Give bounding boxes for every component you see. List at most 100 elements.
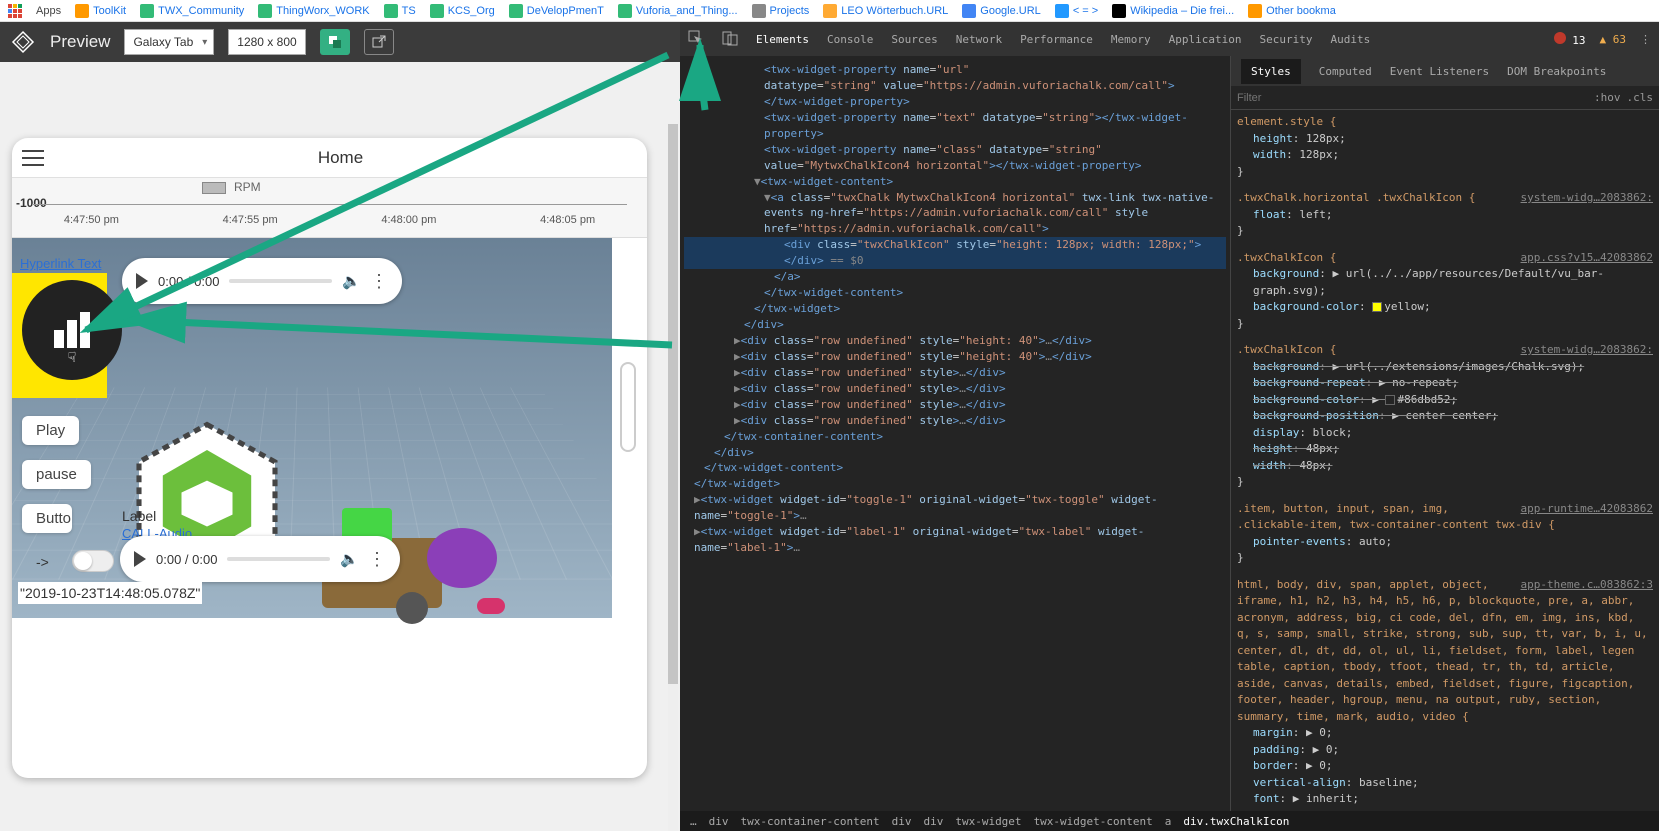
volume-icon[interactable]: 🔈 [340,550,358,568]
styles-tab[interactable]: DOM Breakpoints [1507,65,1606,78]
popout-button[interactable] [364,29,394,55]
dom-line[interactable]: </twx-widget> [684,476,1226,492]
refresh-button[interactable] [320,29,350,55]
dom-line[interactable]: </div> [684,445,1226,461]
css-rule[interactable]: system-widg…2083862:.twxChalk.horizontal… [1237,190,1653,240]
bookmark-item[interactable]: DeVelopPmenT [509,4,604,18]
dom-line[interactable]: ▶<div class="row undefined" style>…</div… [684,413,1226,429]
bookmark-item[interactable]: Wikipedia – Die frei... [1112,4,1234,18]
breadcrumb-item[interactable]: a [1165,815,1172,828]
styles-tab[interactable]: Styles [1241,59,1301,84]
bookmark-item[interactable]: ThingWorx_WORK [258,4,369,18]
dom-line[interactable]: ▶<twx-widget widget-id="toggle-1" origin… [684,492,1226,524]
devtools-tab[interactable]: Audits [1331,33,1371,46]
play-icon[interactable] [134,551,146,567]
devtools-tab[interactable]: Network [956,33,1002,46]
toggle-switch[interactable] [72,550,114,572]
error-badge-icon[interactable] [1554,32,1566,44]
volume-icon[interactable]: 🔈 [342,272,360,290]
devtools-tab[interactable]: Memory [1111,33,1151,46]
dom-line[interactable]: ▶<div class="row undefined" style="heigh… [684,333,1226,349]
bookmark-item[interactable]: Vuforia_and_Thing... [618,4,738,18]
bookmark-item[interactable]: LEO Wörterbuch.URL [823,4,948,18]
devtools-tab[interactable]: Console [827,33,873,46]
warning-badge-icon[interactable]: ▲ [1600,33,1607,46]
bookmark-item[interactable]: Google.URL [962,4,1041,18]
styles-tab[interactable]: Computed [1319,65,1372,78]
dom-line[interactable]: ▶<twx-widget widget-id="label-1" origina… [684,524,1226,556]
dom-line[interactable]: ▶<div class="row undefined" style="heigh… [684,349,1226,365]
devtools-tab[interactable]: Performance [1020,33,1093,46]
breadcrumb-item[interactable]: div [923,815,943,828]
audio-player-2[interactable]: 0:00 / 0:00 🔈 ⋮ [120,536,400,582]
cls-toggle[interactable]: .cls [1627,91,1654,104]
dom-line[interactable]: ▼<a class="twxChalk MytwxChalkIcon4 hori… [684,190,1226,238]
bookmark-item[interactable]: ToolKit [75,4,126,18]
styles-tab[interactable]: Event Listeners [1390,65,1489,78]
audio-track[interactable] [227,557,330,561]
device-home-button[interactable] [620,362,636,452]
bookmark-item[interactable]: KCS_Org [430,4,495,18]
bookmark-item[interactable]: TS [384,4,416,18]
hov-toggle[interactable]: :hov [1594,91,1621,104]
hyperlink-text[interactable]: Hyperlink Text [20,256,101,271]
bookmark-item[interactable]: Projects [752,4,810,18]
bookmark-item[interactable]: < = > [1055,4,1098,18]
dom-line[interactable]: </twx-widget-content> [684,285,1226,301]
dom-line[interactable]: ▶<div class="row undefined" style>…</div… [684,397,1226,413]
dom-line[interactable]: </twx-widget-content> [684,460,1226,476]
dom-line[interactable]: ▶<div class="row undefined" style>…</div… [684,381,1226,397]
css-rules-list[interactable]: element.style {height: 128px;width: 128p… [1231,110,1659,811]
css-rule[interactable]: element.style {height: 128px;width: 128p… [1237,114,1653,180]
dom-line[interactable]: </a> [684,269,1226,285]
dom-line[interactable]: </twx-widget> [684,301,1226,317]
devtools-tab[interactable]: Sources [891,33,937,46]
bookmark-item[interactable]: Other bookma [1248,4,1336,18]
dom-line[interactable]: <twx-widget-property name="text" datatyp… [684,110,1226,142]
dom-line[interactable]: </twx-widget-property> [684,94,1226,110]
dom-line[interactable]: <twx-widget-property name="url" [684,62,1226,78]
breadcrumb-item[interactable]: div [892,815,912,828]
devtools-tab[interactable]: Elements [756,33,809,46]
device-select[interactable]: Galaxy Tab [124,29,214,55]
dom-line[interactable]: </twx-container-content> [684,429,1226,445]
bookmark-item[interactable]: TWX_Community [140,4,244,18]
breadcrumb-item[interactable]: twx-widget [955,815,1021,828]
pause-button[interactable]: pause [22,460,91,489]
dom-line[interactable]: <twx-widget-property name="class" dataty… [684,142,1226,174]
chalk-icon-button[interactable]: ☟ [22,280,122,380]
audio-more-icon[interactable]: ⋮ [370,271,388,292]
devtools-tab[interactable]: Security [1260,33,1313,46]
audio-player-1[interactable]: 0:00 / 0:00 🔈 ⋮ [122,258,402,304]
button-widget[interactable]: Butto [22,504,72,533]
devtools-more-icon[interactable]: ⋮ [1640,33,1651,46]
dom-line[interactable]: ▶<div class="row undefined" style>…</div… [684,365,1226,381]
inspect-element-icon[interactable] [688,30,704,49]
breadcrumb-item[interactable]: … [690,815,697,828]
breadcrumb-item[interactable]: twx-widget-content [1034,815,1153,828]
breadcrumb-item[interactable]: div.twxChalkIcon [1183,815,1289,828]
styles-filter-input[interactable] [1237,92,1588,104]
hamburger-icon[interactable] [22,150,44,166]
breadcrumb-item[interactable]: twx-container-content [741,815,880,828]
dom-tree-panel[interactable]: <twx-widget-property name="url"datatype=… [680,56,1230,811]
apps-label[interactable]: Apps [36,5,61,17]
audio-more-icon[interactable]: ⋮ [368,549,386,570]
dom-breadcrumbs[interactable]: …divtwx-container-contentdivdivtwx-widge… [680,811,1659,831]
css-rule[interactable]: app-runtime…42083862.item, button, input… [1237,501,1653,567]
audio-track[interactable] [229,279,332,283]
device-toggle-icon[interactable] [722,30,738,49]
css-rule[interactable]: app.css?v15…42083862.twxChalkIcon {backg… [1237,250,1653,333]
play-button[interactable]: Play [22,416,79,445]
css-rule[interactable]: system-widg…2083862:.twxChalkIcon {backg… [1237,342,1653,491]
play-icon[interactable] [136,273,148,289]
devtools-tab[interactable]: Application [1169,33,1242,46]
dom-line[interactable]: ▼<twx-widget-content> [684,174,1226,190]
dom-line[interactable]: </div> [684,317,1226,333]
breadcrumb-item[interactable]: div [709,815,729,828]
apps-grid-icon[interactable] [8,4,22,18]
css-rule[interactable]: app-theme.c…083862:3html, body, div, spa… [1237,577,1653,812]
vertical-scrollbar[interactable] [668,124,678,831]
dom-line[interactable]: <div class="twxChalkIcon" style="height:… [684,237,1226,269]
dom-line[interactable]: datatype="string" value="https://admin.v… [684,78,1226,94]
